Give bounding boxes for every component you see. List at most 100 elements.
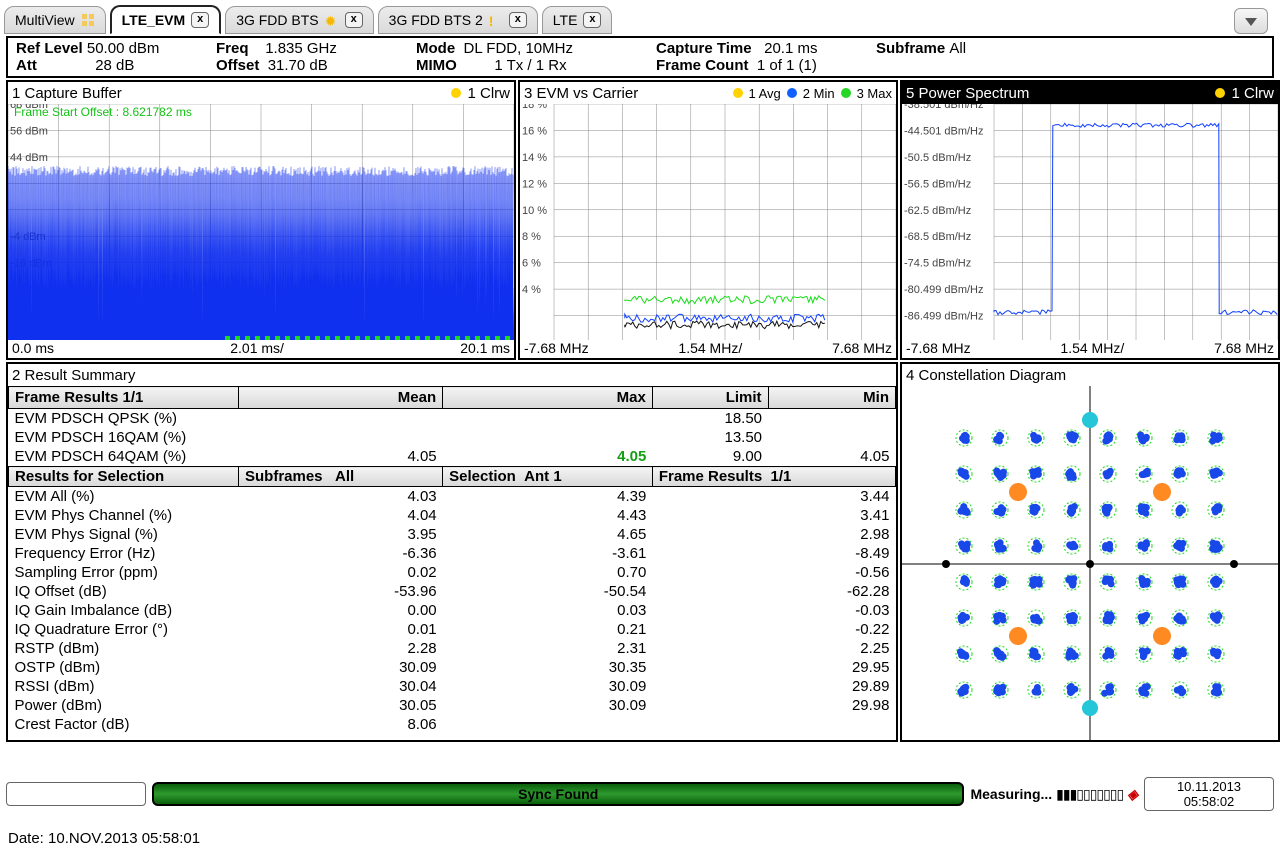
close-icon[interactable]: x bbox=[509, 12, 527, 28]
att-value: 28 dB bbox=[95, 57, 134, 74]
measuring-label: Measuring... bbox=[970, 786, 1052, 802]
table-row: IQ Gain Imbalance (dB)0.000.03-0.03 bbox=[9, 601, 896, 620]
tab-label: LTE_EVM bbox=[122, 12, 186, 28]
tiles-icon bbox=[81, 13, 95, 27]
col-frame-results: Frame Results 1/1 bbox=[9, 387, 239, 409]
panel-title: 4 Constellation Diagram bbox=[906, 367, 1066, 384]
chart-power-spectrum[interactable]: -38.501 dBm/Hz-44.501 dBm/Hz-50.5 dBm/Hz… bbox=[902, 104, 1278, 342]
panel-evm-vs-carrier: 3 EVM vs Carrier 1 Avg 2 Min 3 Max 18 %1… bbox=[518, 80, 898, 360]
freq-label: Freq bbox=[216, 40, 249, 57]
panel-titlebar: 1 Capture Buffer 1 Clrw bbox=[8, 82, 514, 104]
status-slot bbox=[6, 782, 146, 806]
svg-text:-62.5 dBm/Hz: -62.5 dBm/Hz bbox=[904, 205, 971, 217]
xtick: 1.54 MHz/ bbox=[678, 340, 742, 358]
svg-text:6 %: 6 % bbox=[522, 258, 541, 270]
legend-label: 1 Avg bbox=[749, 86, 781, 101]
sel-label: Results for Selection bbox=[9, 467, 239, 487]
logo-icon: ◈ bbox=[1127, 786, 1138, 803]
col-min: Min bbox=[768, 387, 895, 409]
alert-icon: ! bbox=[489, 13, 503, 27]
col-mean: Mean bbox=[239, 387, 443, 409]
table-row: Power (dBm)30.0530.0929.98 bbox=[9, 696, 896, 715]
tab-multiview[interactable]: MultiView bbox=[4, 6, 106, 34]
status-time: 05:58:02 bbox=[1146, 794, 1272, 809]
panel-power-spectrum: 5 Power Spectrum 1 Clrw -38.501 dBm/Hz-4… bbox=[900, 80, 1280, 360]
col-limit: Limit bbox=[652, 387, 768, 409]
chart-evm-vs-carrier[interactable]: 18 %16 %14 %12 %10 %8 %6 %4 % bbox=[520, 104, 896, 342]
close-icon[interactable]: x bbox=[345, 12, 363, 28]
panel-title: 2 Result Summary bbox=[12, 367, 135, 384]
subframe-label: Subframe bbox=[876, 40, 945, 57]
mode-value: DL FDD, 10MHz bbox=[464, 40, 573, 57]
table-row: EVM PDSCH QPSK (%)18.50 bbox=[9, 409, 896, 429]
footnote: Date: 10.NOV.2013 05:58:01 bbox=[8, 830, 200, 847]
result-table: Frame Results 1/1 Mean Max Limit Min EVM… bbox=[8, 386, 896, 734]
tab-lte[interactable]: LTE x bbox=[542, 6, 613, 34]
trace-label: 1 Clrw bbox=[467, 85, 510, 102]
status-date: 10.11.2013 bbox=[1146, 779, 1272, 794]
svg-text:44 dBm: 44 dBm bbox=[10, 152, 48, 164]
svg-text:14 %: 14 % bbox=[522, 152, 547, 164]
panel-result-summary: 2 Result Summary Frame Results 1/1 Mean … bbox=[6, 362, 898, 742]
tab-overflow-button[interactable] bbox=[1234, 8, 1268, 34]
trace-dot-icon bbox=[733, 88, 743, 98]
xtick: -7.68 MHz bbox=[906, 340, 971, 358]
xtick: -7.68 MHz bbox=[524, 340, 589, 358]
table-row: OSTP (dBm)30.0930.3529.95 bbox=[9, 658, 896, 677]
tabstrip: MultiView LTE_EVM x 3G FDD BTS ✹ x 3G FD… bbox=[0, 0, 1280, 34]
table-row: EVM Phys Channel (%)4.044.433.41 bbox=[9, 506, 896, 525]
mimo-label: MIMO bbox=[416, 57, 457, 74]
xtick: 20.1 ms bbox=[460, 340, 510, 358]
tab-3g-fdd-bts-2[interactable]: 3G FDD BTS 2 ! x bbox=[378, 6, 538, 34]
sync-status-text: Sync Found bbox=[518, 786, 598, 802]
xtick: 7.68 MHz bbox=[1214, 340, 1274, 358]
trace-label: 1 Clrw bbox=[1231, 85, 1274, 102]
svg-text:-80.499 dBm/Hz: -80.499 dBm/Hz bbox=[904, 284, 983, 296]
mimo-value: 1 Tx / 1 Rx bbox=[494, 57, 566, 74]
tab-label: 3G FDD BTS bbox=[236, 12, 318, 28]
offset-value: 31.70 dB bbox=[268, 57, 328, 74]
selection-header-row: Results for Selection Subframes All Sele… bbox=[9, 467, 896, 487]
svg-text:-56.5 dBm/Hz: -56.5 dBm/Hz bbox=[904, 178, 971, 190]
panel-titlebar: 4 Constellation Diagram bbox=[902, 364, 1278, 386]
panel-titlebar: 2 Result Summary bbox=[8, 364, 896, 386]
ref-level-value: 50.00 dBm bbox=[87, 40, 160, 57]
freq-value: 1.835 GHz bbox=[265, 40, 337, 57]
svg-text:16 %: 16 % bbox=[522, 125, 547, 137]
panel-title: 5 Power Spectrum bbox=[906, 85, 1029, 102]
x-axis: -7.68 MHz 1.54 MHz/ 7.68 MHz bbox=[902, 340, 1278, 358]
svg-text:Frame Start Offset : 8.621782: Frame Start Offset : 8.621782 ms bbox=[14, 105, 192, 119]
table-row: EVM PDSCH 16QAM (%)13.50 bbox=[9, 428, 896, 447]
settings-bar: Ref Level 50.00 dBm Freq 1.835 GHz Mode … bbox=[6, 36, 1274, 78]
svg-text:12 %: 12 % bbox=[522, 178, 547, 190]
trace-dot-icon bbox=[451, 88, 461, 98]
frame-count-label: Frame Count bbox=[656, 57, 749, 74]
progress-dots-icon: ▮▮▮▯▯▯▯▯▯▯ bbox=[1056, 786, 1123, 803]
svg-text:8 %: 8 % bbox=[522, 231, 541, 243]
mode-label: Mode bbox=[416, 40, 455, 57]
svg-text:-38.501 dBm/Hz: -38.501 dBm/Hz bbox=[904, 104, 983, 111]
svg-text:-68.5 dBm/Hz: -68.5 dBm/Hz bbox=[904, 231, 971, 243]
panel-titlebar: 3 EVM vs Carrier 1 Avg 2 Min 3 Max bbox=[520, 82, 896, 104]
col-max: Max bbox=[443, 387, 653, 409]
sync-status: Sync Found bbox=[152, 782, 964, 806]
tab-lte-evm[interactable]: LTE_EVM x bbox=[110, 5, 222, 34]
chart-constellation[interactable] bbox=[902, 386, 1278, 742]
tab-label: MultiView bbox=[15, 12, 75, 28]
close-icon[interactable]: x bbox=[583, 12, 601, 28]
tab-3g-fdd-bts[interactable]: 3G FDD BTS ✹ x bbox=[225, 6, 373, 34]
tab-label: LTE bbox=[553, 12, 578, 28]
panel-capture-buffer: 1 Capture Buffer 1 Clrw 68 dBm56 dBm44 d… bbox=[6, 80, 516, 360]
panel-title: 3 EVM vs Carrier bbox=[524, 85, 638, 102]
svg-text:-74.5 dBm/Hz: -74.5 dBm/Hz bbox=[904, 258, 971, 270]
table-row: RSTP (dBm)2.282.312.25 bbox=[9, 639, 896, 658]
svg-text:10 %: 10 % bbox=[522, 205, 547, 217]
x-axis: -7.68 MHz 1.54 MHz/ 7.68 MHz bbox=[520, 340, 896, 358]
close-icon[interactable]: x bbox=[191, 12, 209, 28]
table-row: IQ Quadrature Error (°)0.010.21-0.22 bbox=[9, 620, 896, 639]
subframe-value: All bbox=[949, 40, 966, 57]
capture-value: 20.1 ms bbox=[764, 40, 817, 57]
chart-capture-buffer[interactable]: 68 dBm56 dBm44 dBm-4 dBm-16 dBm-28 dBmFr… bbox=[8, 104, 514, 342]
svg-text:56 dBm: 56 dBm bbox=[10, 125, 48, 137]
table-row: RSSI (dBm)30.0430.0929.89 bbox=[9, 677, 896, 696]
